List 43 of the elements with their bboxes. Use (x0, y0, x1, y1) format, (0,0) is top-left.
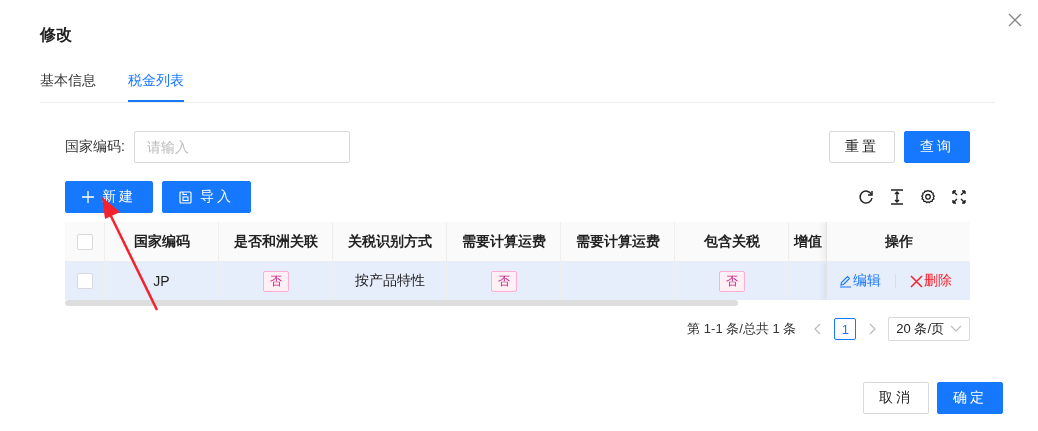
next-page-icon[interactable] (868, 323, 877, 335)
edit-link[interactable]: 编辑 (839, 272, 881, 290)
save-icon (179, 190, 192, 204)
status-tag: 否 (262, 270, 289, 292)
checkbox[interactable] (76, 233, 93, 250)
import-button[interactable]: 导入 (162, 181, 251, 213)
scrollbar[interactable] (65, 300, 738, 306)
dialog-title: 修改 (40, 24, 73, 45)
table-cell: JP (105, 262, 219, 300)
status-tag: 否 (718, 270, 745, 292)
close-icon (910, 274, 923, 288)
country-code-field[interactable]: 请输入 (133, 131, 350, 163)
row-height-icon[interactable] (890, 189, 904, 205)
plus-icon (82, 191, 94, 203)
query-button[interactable]: 查询 (904, 131, 970, 163)
confirm-button[interactable]: 确定 (937, 382, 1003, 414)
status-tag: 否 (490, 270, 517, 292)
previous-page-icon[interactable] (814, 323, 823, 335)
column-header: 增值 (789, 222, 827, 262)
fullscreen-icon[interactable] (952, 190, 966, 204)
column-header: 操作 (827, 222, 970, 262)
column-header: 需要计算运费 (561, 222, 675, 262)
column-header: 关税识别方式 (333, 222, 447, 262)
column-header: 需要计算运费 (447, 222, 561, 262)
column-header: 是否和洲关联 (219, 222, 333, 262)
tab[interactable]: 税金列表 (128, 67, 184, 102)
pagination-summary: 第 1-1 条/总共 1 条 (687, 320, 797, 338)
delete-link[interactable]: 删除 (910, 272, 952, 290)
checkbox[interactable] (76, 273, 93, 289)
close-icon[interactable] (1008, 13, 1022, 27)
tab[interactable]: 基本信息 (40, 67, 96, 100)
column-header: 国家编码 (105, 222, 219, 262)
chevron-down-icon (950, 325, 962, 333)
reset-button[interactable]: 重置 (829, 131, 895, 163)
cancel-button[interactable]: 取消 (863, 382, 929, 414)
table-cell: 按产品特性 (333, 262, 447, 300)
pencil-icon (839, 274, 852, 288)
page-size-select[interactable]: 20 条/页 (888, 317, 970, 341)
page-button[interactable]: 1 (834, 318, 857, 340)
field-label: 国家编码: (65, 138, 125, 156)
refresh-icon[interactable] (858, 189, 874, 205)
settings-icon[interactable] (920, 189, 936, 205)
column-header: 包含关税 (675, 222, 789, 262)
